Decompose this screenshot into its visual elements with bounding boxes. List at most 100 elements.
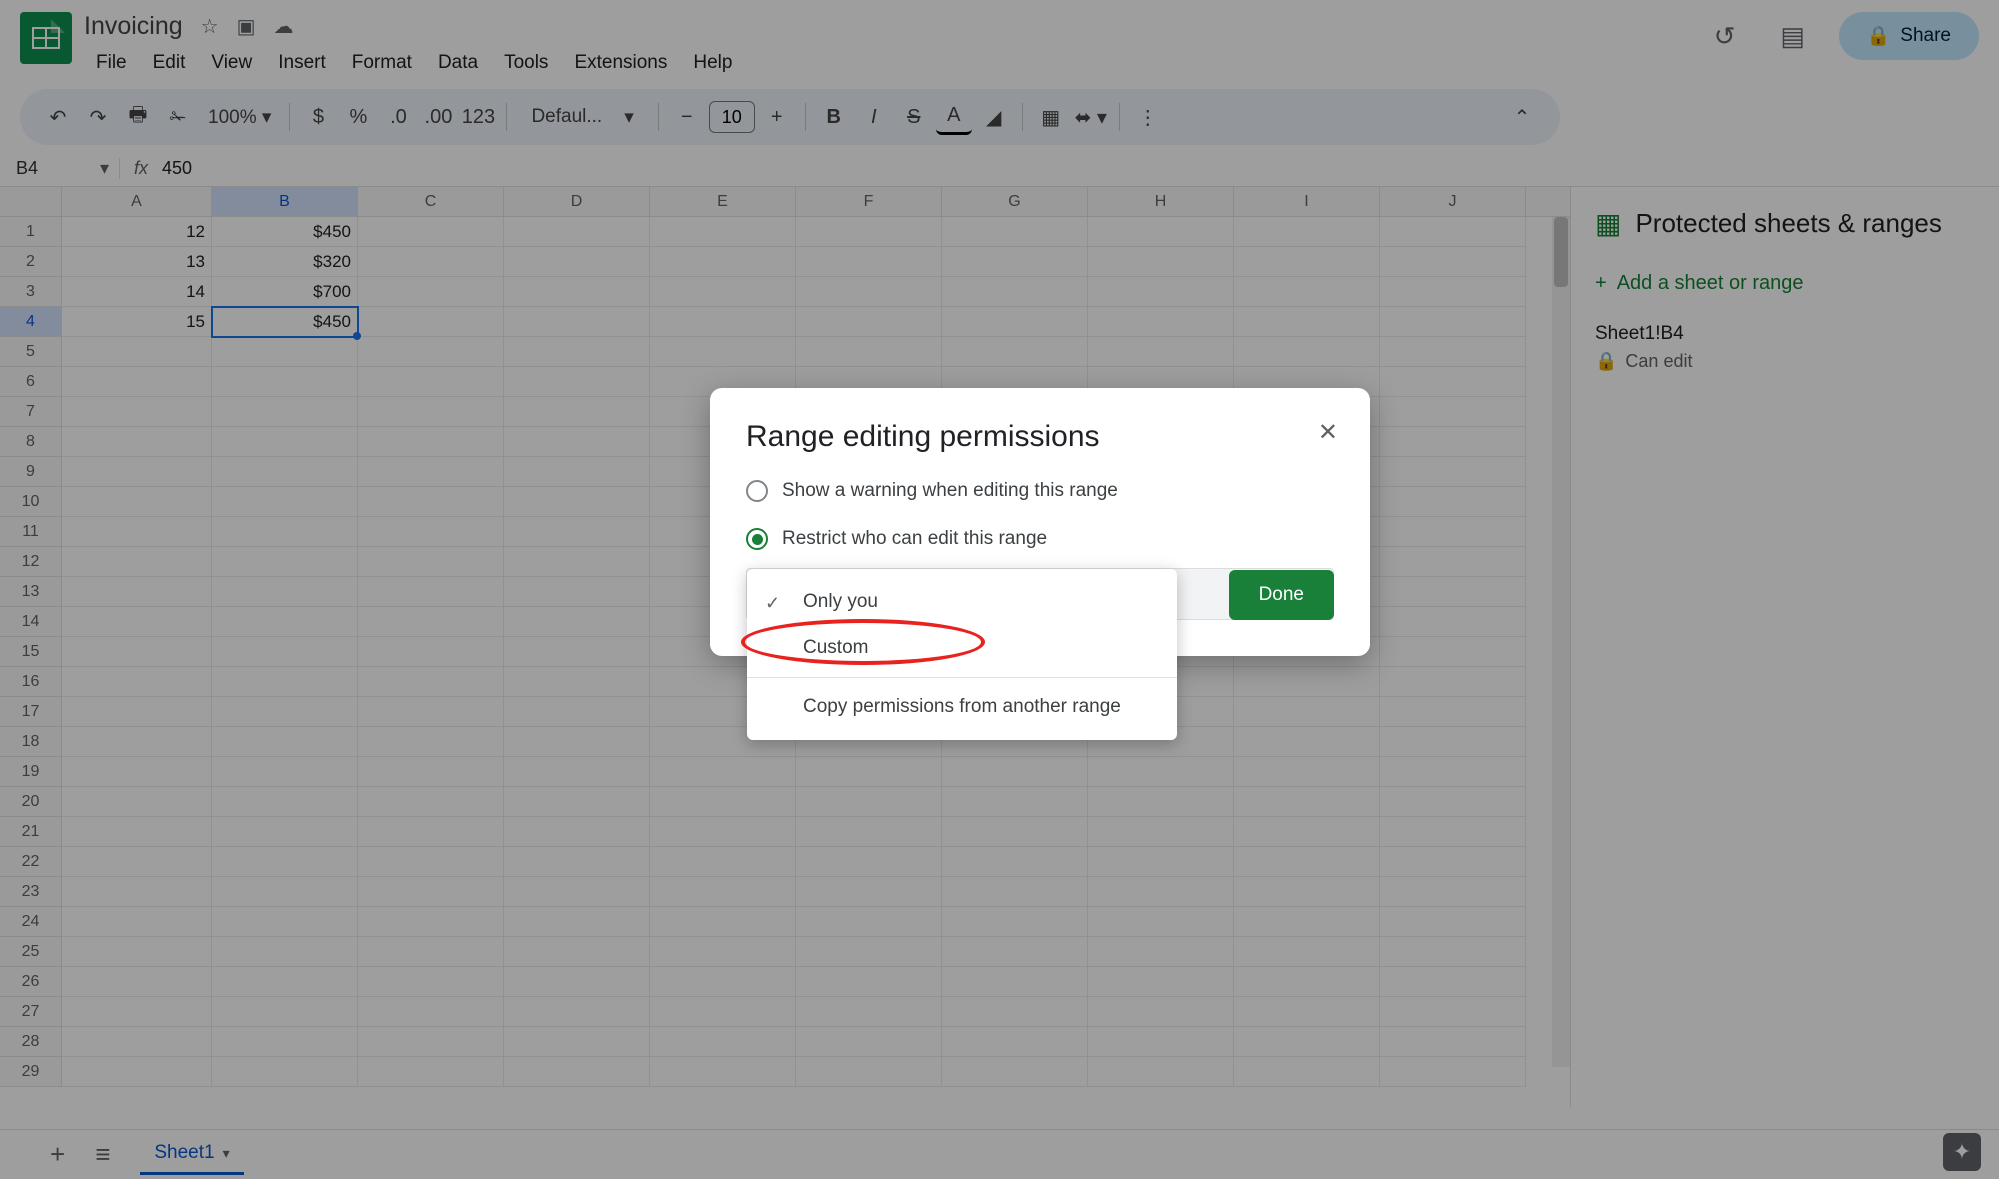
cell[interactable] bbox=[1380, 637, 1526, 667]
cell[interactable] bbox=[358, 667, 504, 697]
cell[interactable] bbox=[942, 997, 1088, 1027]
cell[interactable] bbox=[358, 817, 504, 847]
cell[interactable] bbox=[1380, 667, 1526, 697]
cell[interactable] bbox=[504, 637, 650, 667]
cell[interactable] bbox=[358, 907, 504, 937]
cell[interactable] bbox=[942, 1057, 1088, 1087]
cell[interactable] bbox=[942, 1027, 1088, 1057]
cell[interactable] bbox=[1088, 877, 1234, 907]
cell[interactable] bbox=[942, 217, 1088, 247]
cell[interactable] bbox=[796, 937, 942, 967]
cell[interactable] bbox=[650, 817, 796, 847]
cell[interactable] bbox=[358, 1027, 504, 1057]
cell[interactable] bbox=[1088, 1057, 1234, 1087]
cell[interactable] bbox=[358, 217, 504, 247]
cell[interactable] bbox=[212, 517, 358, 547]
cell[interactable] bbox=[358, 397, 504, 427]
cell[interactable] bbox=[1088, 757, 1234, 787]
cell[interactable] bbox=[796, 907, 942, 937]
cell[interactable] bbox=[358, 517, 504, 547]
dropdown-option-custom[interactable]: Custom bbox=[747, 625, 1177, 671]
row-header[interactable]: 10 bbox=[0, 487, 61, 517]
cell[interactable] bbox=[650, 937, 796, 967]
increase-decimal-button[interactable]: .00 bbox=[420, 99, 456, 135]
cell[interactable] bbox=[1234, 337, 1380, 367]
column-header[interactable]: B bbox=[212, 187, 358, 216]
cell[interactable] bbox=[504, 787, 650, 817]
increase-font-button[interactable]: + bbox=[759, 99, 795, 135]
cell[interactable] bbox=[796, 877, 942, 907]
row-header[interactable]: 24 bbox=[0, 907, 61, 937]
cell[interactable] bbox=[1234, 1027, 1380, 1057]
cell[interactable] bbox=[62, 667, 212, 697]
cell[interactable] bbox=[358, 337, 504, 367]
zoom-select[interactable]: 100% ▾ bbox=[200, 106, 279, 129]
column-header[interactable]: I bbox=[1234, 187, 1380, 216]
vertical-scrollbar[interactable] bbox=[1552, 217, 1570, 1067]
cell[interactable] bbox=[1088, 847, 1234, 877]
cell[interactable] bbox=[1380, 697, 1526, 727]
cell[interactable] bbox=[358, 877, 504, 907]
cell[interactable] bbox=[62, 607, 212, 637]
cell[interactable] bbox=[358, 727, 504, 757]
warning-option[interactable]: Show a warning when editing this range bbox=[746, 480, 1334, 502]
cell[interactable] bbox=[1380, 427, 1526, 457]
cell[interactable] bbox=[1380, 367, 1526, 397]
menu-data[interactable]: Data bbox=[426, 47, 490, 79]
row-header[interactable]: 4 bbox=[0, 307, 61, 337]
cell[interactable] bbox=[358, 937, 504, 967]
cell[interactable] bbox=[1088, 967, 1234, 997]
cell[interactable] bbox=[62, 787, 212, 817]
cell[interactable] bbox=[1380, 487, 1526, 517]
row-header[interactable]: 7 bbox=[0, 397, 61, 427]
share-button[interactable]: 🔒 Share bbox=[1839, 12, 1979, 60]
cell[interactable] bbox=[62, 547, 212, 577]
cell[interactable] bbox=[796, 847, 942, 877]
cell[interactable] bbox=[212, 1057, 358, 1087]
cell[interactable] bbox=[504, 367, 650, 397]
font-select[interactable]: Defaul...▾ bbox=[517, 106, 647, 129]
cell[interactable] bbox=[358, 247, 504, 277]
cell[interactable] bbox=[942, 337, 1088, 367]
cell[interactable] bbox=[504, 727, 650, 757]
cell[interactable] bbox=[1234, 277, 1380, 307]
font-size-input[interactable]: 10 bbox=[709, 101, 755, 133]
row-header[interactable]: 18 bbox=[0, 727, 61, 757]
cell[interactable] bbox=[62, 907, 212, 937]
italic-button[interactable]: I bbox=[856, 99, 892, 135]
cell[interactable] bbox=[212, 757, 358, 787]
cell[interactable] bbox=[650, 787, 796, 817]
cell[interactable] bbox=[1088, 787, 1234, 817]
cell[interactable] bbox=[796, 757, 942, 787]
cell[interactable] bbox=[1234, 817, 1380, 847]
sheets-logo[interactable] bbox=[20, 12, 72, 64]
cell[interactable] bbox=[1234, 217, 1380, 247]
cell[interactable] bbox=[1380, 847, 1526, 877]
cell[interactable] bbox=[796, 337, 942, 367]
cell[interactable] bbox=[62, 577, 212, 607]
cell[interactable] bbox=[212, 1027, 358, 1057]
cell[interactable] bbox=[1380, 247, 1526, 277]
cell[interactable] bbox=[62, 877, 212, 907]
cell[interactable]: 14 bbox=[62, 277, 212, 307]
star-icon[interactable]: ☆ bbox=[201, 14, 219, 39]
cell[interactable] bbox=[796, 217, 942, 247]
cell[interactable] bbox=[358, 427, 504, 457]
merge-button[interactable]: ⬌ ▾ bbox=[1073, 99, 1109, 135]
row-header[interactable]: 15 bbox=[0, 637, 61, 667]
row-header[interactable]: 28 bbox=[0, 1027, 61, 1057]
column-header[interactable]: D bbox=[504, 187, 650, 216]
cell[interactable] bbox=[504, 337, 650, 367]
cell[interactable] bbox=[650, 337, 796, 367]
number-format-button[interactable]: 123 bbox=[460, 99, 496, 135]
print-button[interactable]: 🖶 bbox=[120, 99, 156, 135]
cell[interactable]: $450 bbox=[212, 217, 358, 247]
cloud-icon[interactable]: ☁ bbox=[274, 14, 294, 39]
cell[interactable] bbox=[1088, 337, 1234, 367]
cell[interactable] bbox=[650, 907, 796, 937]
cell[interactable] bbox=[796, 817, 942, 847]
cell[interactable] bbox=[1088, 247, 1234, 277]
cell[interactable] bbox=[62, 727, 212, 757]
cell[interactable] bbox=[358, 697, 504, 727]
cell[interactable] bbox=[504, 217, 650, 247]
